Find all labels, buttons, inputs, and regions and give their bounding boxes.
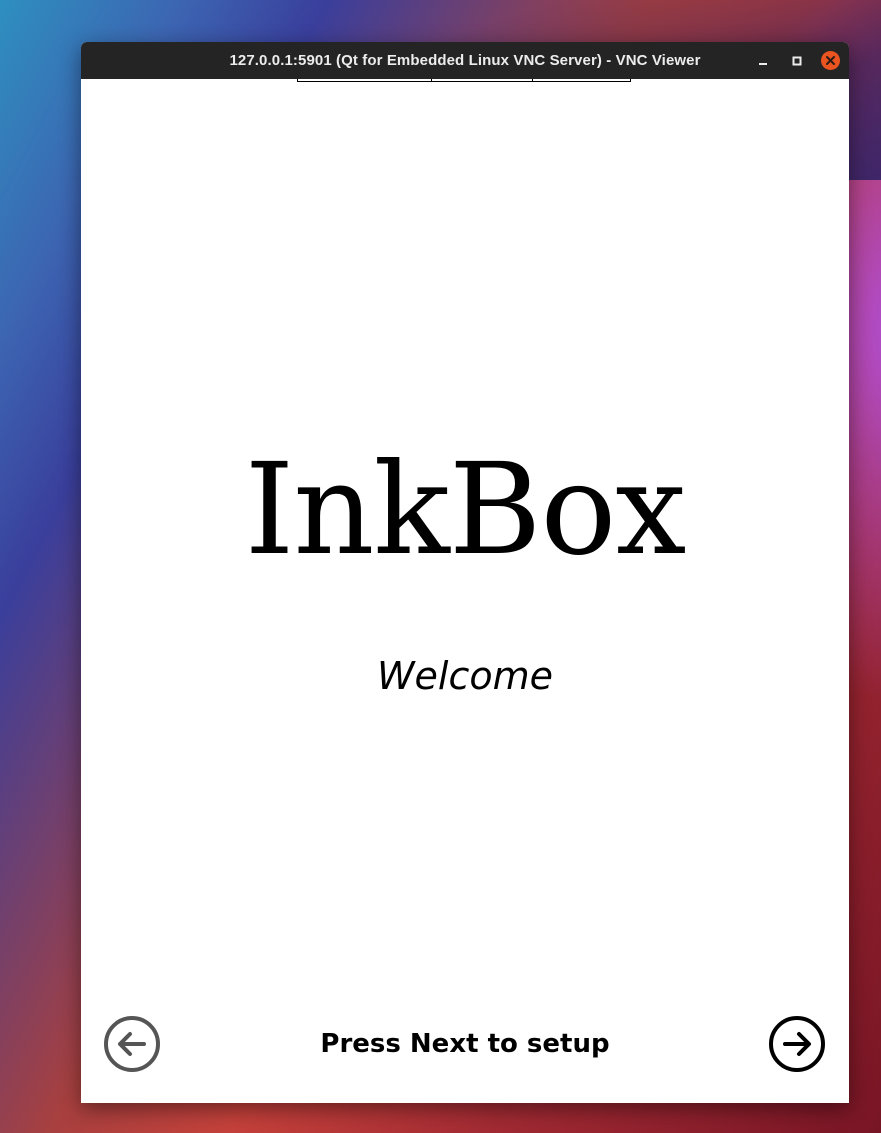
maximize-button[interactable] [787,51,806,70]
minimize-button[interactable] [753,51,772,70]
vnc-framebuffer[interactable]: InkBox Welcome Press Next to setup [81,79,849,1103]
minimize-icon [758,62,767,65]
strip-divider [431,79,432,82]
close-icon [826,56,835,65]
arrow-right-circle-icon [769,1016,825,1072]
close-button[interactable] [821,51,840,70]
next-button[interactable] [769,1016,825,1072]
setup-hint-text: Press Next to setup [320,1029,610,1059]
window-title: 127.0.0.1:5901 (Qt for Embedded Linux VN… [229,52,701,69]
title-bar[interactable]: 127.0.0.1:5901 (Qt for Embedded Linux VN… [81,42,849,79]
welcome-text: Welcome [376,654,554,698]
inkbox-logo: InkBox [244,436,687,583]
maximize-icon [792,56,801,65]
strip-divider [532,79,533,82]
top-status-strip [297,79,631,82]
vnc-viewer-window: 127.0.0.1:5901 (Qt for Embedded Linux VN… [81,42,849,1103]
